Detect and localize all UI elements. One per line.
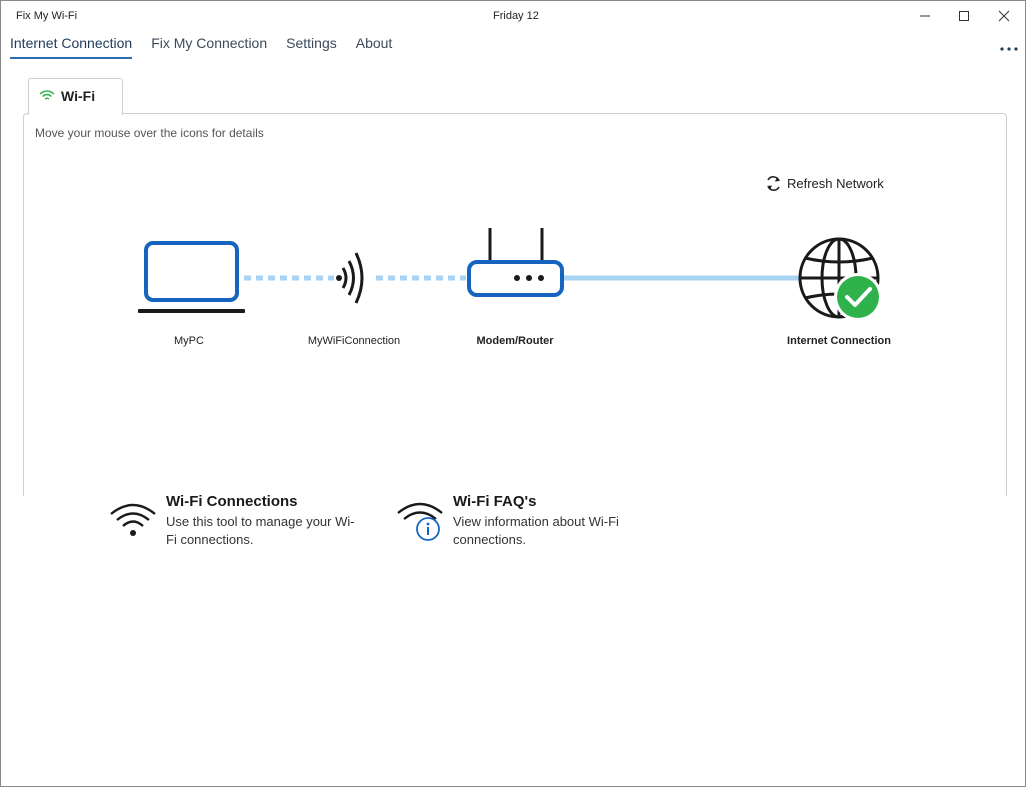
tab-internet-connection[interactable]: Internet Connection — [10, 35, 133, 59]
tab-about[interactable]: About — [356, 35, 393, 59]
maximize-icon — [959, 11, 969, 21]
date-title: Friday 12 — [493, 10, 539, 22]
wifi-faq-card[interactable]: Wi-Fi FAQ's View information about Wi-Fi… — [396, 493, 646, 553]
close-button[interactable] — [983, 1, 1025, 31]
refresh-network-button[interactable]: Refresh Network — [765, 175, 884, 192]
wifi-faq-title: Wi-Fi FAQ's — [453, 493, 537, 510]
more-options-button[interactable] — [999, 41, 1019, 51]
wifi-tab-label: Wi-Fi — [61, 88, 96, 104]
maximize-button[interactable] — [943, 1, 985, 31]
wireless-signal-icon[interactable] — [336, 252, 364, 304]
node-label-connection: MyWiFiConnection — [307, 335, 401, 347]
wifi-icon — [39, 90, 55, 100]
status-check-icon — [834, 273, 882, 321]
network-panel: Move your mouse over the icons for detai… — [23, 113, 1007, 496]
main-nav: Internet Connection Fix My Connection Se… — [10, 35, 411, 59]
node-label-internet: Internet Connection — [787, 335, 891, 347]
node-label-router: Modem/Router — [476, 335, 554, 347]
app-window: Fix My Wi-Fi Friday 12 Internet Connecti… — [0, 0, 1026, 787]
minimize-icon — [920, 15, 930, 17]
wifi-connections-title: Wi-Fi Connections — [166, 493, 298, 510]
tab-fix-my-connection[interactable]: Fix My Connection — [151, 35, 267, 59]
wifi-tab[interactable]: Wi-Fi — [28, 78, 123, 115]
refresh-icon — [767, 176, 780, 191]
wifi-icon — [110, 503, 156, 536]
tab-settings[interactable]: Settings — [286, 35, 337, 59]
minimize-button[interactable] — [904, 1, 946, 31]
wifi-info-icon — [397, 502, 443, 541]
wifi-faq-description: View information about Wi-Fi connections… — [453, 514, 619, 547]
hint-text: Move your mouse over the icons for detai… — [35, 126, 264, 140]
network-diagram — [138, 228, 882, 321]
app-title: Fix My Wi-Fi — [16, 10, 78, 22]
close-icon — [998, 10, 1010, 22]
node-label-pc: MyPC — [174, 335, 204, 347]
title-bar: Fix My Wi-Fi Friday 12 — [1, 1, 1025, 31]
refresh-network-label: Refresh Network — [787, 176, 884, 191]
router-icon[interactable] — [467, 228, 564, 297]
laptop-icon[interactable] — [138, 241, 245, 313]
wifi-connections-card[interactable]: Wi-Fi Connections Use this tool to manag… — [109, 493, 359, 553]
wifi-connections-description: Use this tool to manage your Wi-Fi conne… — [166, 514, 355, 547]
more-icon — [1000, 47, 1018, 51]
